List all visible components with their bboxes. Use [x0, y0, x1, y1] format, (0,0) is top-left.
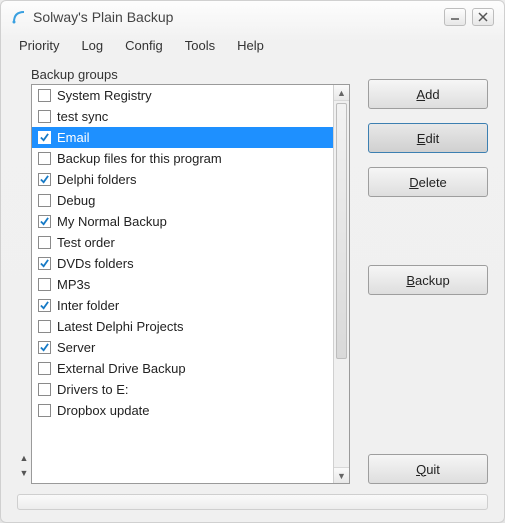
menu-priority[interactable]: Priority: [9, 35, 69, 56]
list-item[interactable]: Inter folder: [32, 295, 333, 316]
menu-tools[interactable]: Tools: [175, 35, 225, 56]
list-item-label: Drivers to E:: [57, 382, 129, 397]
list-item-label: Test order: [57, 235, 115, 250]
menubar: Priority Log Config Tools Help: [1, 33, 504, 57]
list-item-label: DVDs folders: [57, 256, 134, 271]
checkbox[interactable]: [38, 257, 51, 270]
titlebar: Solway's Plain Backup: [1, 1, 504, 33]
add-button[interactable]: Add: [368, 79, 488, 109]
checkbox[interactable]: [38, 215, 51, 228]
checkbox[interactable]: [38, 131, 51, 144]
window-title: Solway's Plain Backup: [33, 9, 173, 25]
checkbox[interactable]: [38, 362, 51, 375]
checkbox[interactable]: [38, 173, 51, 186]
list-item[interactable]: Backup files for this program: [32, 148, 333, 169]
list-item-label: My Normal Backup: [57, 214, 167, 229]
backup-groups-label: Backup groups: [17, 67, 350, 82]
move-down-button[interactable]: ▼: [17, 469, 31, 478]
list-item-label: Delphi folders: [57, 172, 137, 187]
statusbar: [17, 494, 488, 510]
backup-button[interactable]: Backup: [368, 265, 488, 295]
menu-config[interactable]: Config: [115, 35, 173, 56]
list-item[interactable]: Debug: [32, 190, 333, 211]
minimize-button[interactable]: [444, 8, 466, 26]
quit-button[interactable]: Quit: [368, 454, 488, 484]
list-item-label: Email: [57, 130, 90, 145]
checkbox[interactable]: [38, 320, 51, 333]
scroll-track[interactable]: [334, 101, 349, 467]
list-item-label: Server: [57, 340, 95, 355]
scroll-down-button[interactable]: ▼: [334, 467, 349, 483]
checkbox[interactable]: [38, 299, 51, 312]
menu-log[interactable]: Log: [71, 35, 113, 56]
list-item-label: Debug: [57, 193, 95, 208]
list-item[interactable]: System Registry: [32, 85, 333, 106]
list-item[interactable]: Delphi folders: [32, 169, 333, 190]
checkbox[interactable]: [38, 194, 51, 207]
checkbox[interactable]: [38, 383, 51, 396]
edit-button[interactable]: Edit: [368, 123, 488, 153]
scrollbar[interactable]: ▲ ▼: [333, 85, 349, 483]
checkbox[interactable]: [38, 89, 51, 102]
app-icon: [11, 9, 27, 25]
list-item[interactable]: Email: [32, 127, 333, 148]
list-item-label: Inter folder: [57, 298, 119, 313]
list-item[interactable]: Drivers to E:: [32, 379, 333, 400]
backup-groups-listbox[interactable]: System Registry test sync Email Backup file…: [31, 84, 350, 484]
menu-help[interactable]: Help: [227, 35, 274, 56]
list-item[interactable]: My Normal Backup: [32, 211, 333, 232]
scroll-up-button[interactable]: ▲: [334, 85, 349, 101]
list-item[interactable]: Test order: [32, 232, 333, 253]
checkbox[interactable]: [38, 152, 51, 165]
list-item[interactable]: DVDs folders: [32, 253, 333, 274]
delete-button[interactable]: Delete: [368, 167, 488, 197]
list-item-label: Backup files for this program: [57, 151, 222, 166]
list-item[interactable]: MP3s: [32, 274, 333, 295]
close-button[interactable]: [472, 8, 494, 26]
list-item-label: test sync: [57, 109, 108, 124]
list-item-label: Dropbox update: [57, 403, 150, 418]
list-item[interactable]: Latest Delphi Projects: [32, 316, 333, 337]
list-item-label: MP3s: [57, 277, 90, 292]
list-item-label: Latest Delphi Projects: [57, 319, 183, 334]
list-item[interactable]: test sync: [32, 106, 333, 127]
checkbox[interactable]: [38, 110, 51, 123]
list-item[interactable]: External Drive Backup: [32, 358, 333, 379]
scroll-thumb[interactable]: [336, 103, 347, 359]
list-item-label: System Registry: [57, 88, 152, 103]
checkbox[interactable]: [38, 404, 51, 417]
list-item[interactable]: Dropbox update: [32, 400, 333, 421]
checkbox[interactable]: [38, 278, 51, 291]
client-area: Backup groups ▲ ▼ System Registry test sy…: [1, 57, 504, 522]
checkbox[interactable]: [38, 341, 51, 354]
list-item[interactable]: Server: [32, 337, 333, 358]
move-up-button[interactable]: ▲: [17, 454, 31, 463]
app-window: Solway's Plain Backup Priority Log Confi…: [0, 0, 505, 523]
list-item-label: External Drive Backup: [57, 361, 186, 376]
checkbox[interactable]: [38, 236, 51, 249]
